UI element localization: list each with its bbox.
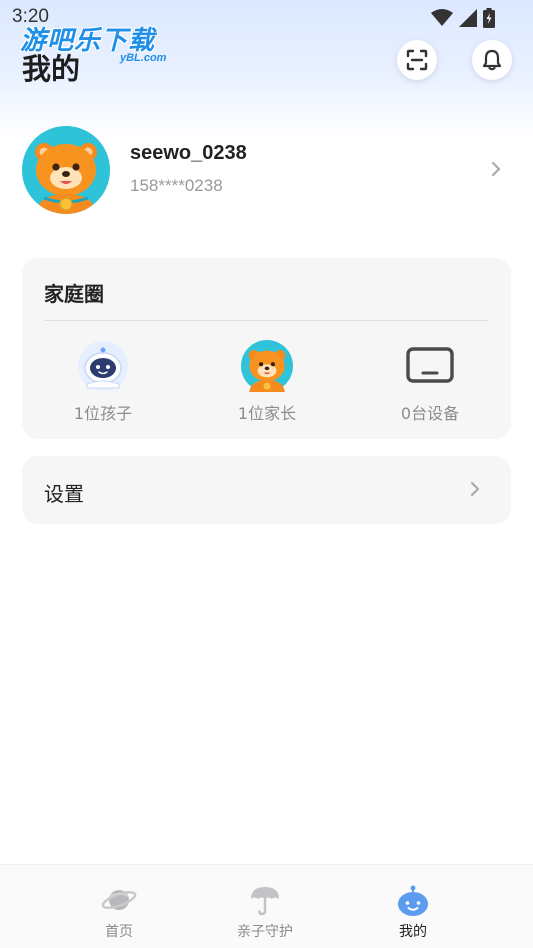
username: seewo_0238 [130,142,247,164]
user-avatar[interactable] [22,126,110,214]
chevron-right-icon [470,481,480,497]
family-item-parents-label: 1位家长 [237,404,297,423]
settings-row[interactable]: 设置 [22,456,511,524]
tablet-icon [404,340,456,392]
family-item-parents[interactable]: 1位家长 [207,340,327,424]
settings-label: 设置 [44,482,84,506]
planet-icon [101,883,137,917]
family-item-devices[interactable]: 0台设备 [370,340,490,424]
battery-icon [483,8,495,28]
nav-item-mine[interactable]: 我的 [363,883,463,941]
family-item-devices-label: 0台设备 [400,404,460,423]
nav-label-home: 首页 [105,924,133,940]
bear-avatar-icon [22,126,110,214]
robot-face-icon [395,883,431,917]
scan-icon [406,49,428,71]
scan-button[interactable] [397,40,437,80]
watermark-sub: yBL.com [120,52,167,64]
bottom-nav: 首页 亲子守护 我的 [0,864,533,948]
nav-item-parental-guard[interactable]: 亲子守护 [215,883,315,941]
profile-row[interactable]: seewo_0238 158****0238 [22,126,512,216]
bell-icon [482,49,502,71]
family-item-children[interactable]: 1位孩子 [43,340,163,424]
family-circle-card: 家庭圈 1位孩子 1位家长 0台设备 [22,258,511,439]
status-icons [431,8,495,28]
wifi-icon [431,9,453,26]
bear-avatar-icon [241,340,293,392]
nav-label-parental-guard: 亲子守护 [237,924,293,940]
phone-number: 158****0238 [130,176,223,195]
umbrella-icon [247,883,283,917]
family-circle-title: 家庭圈 [44,282,104,306]
family-item-children-label: 1位孩子 [73,404,133,423]
chevron-right-icon [491,161,501,177]
divider [44,320,489,321]
page-title: 我的 [22,52,81,86]
nav-label-mine: 我的 [399,924,427,940]
astronaut-icon [77,340,129,392]
nav-item-home[interactable]: 首页 [69,883,169,941]
signal-icon [459,9,477,27]
notification-button[interactable] [472,40,512,80]
